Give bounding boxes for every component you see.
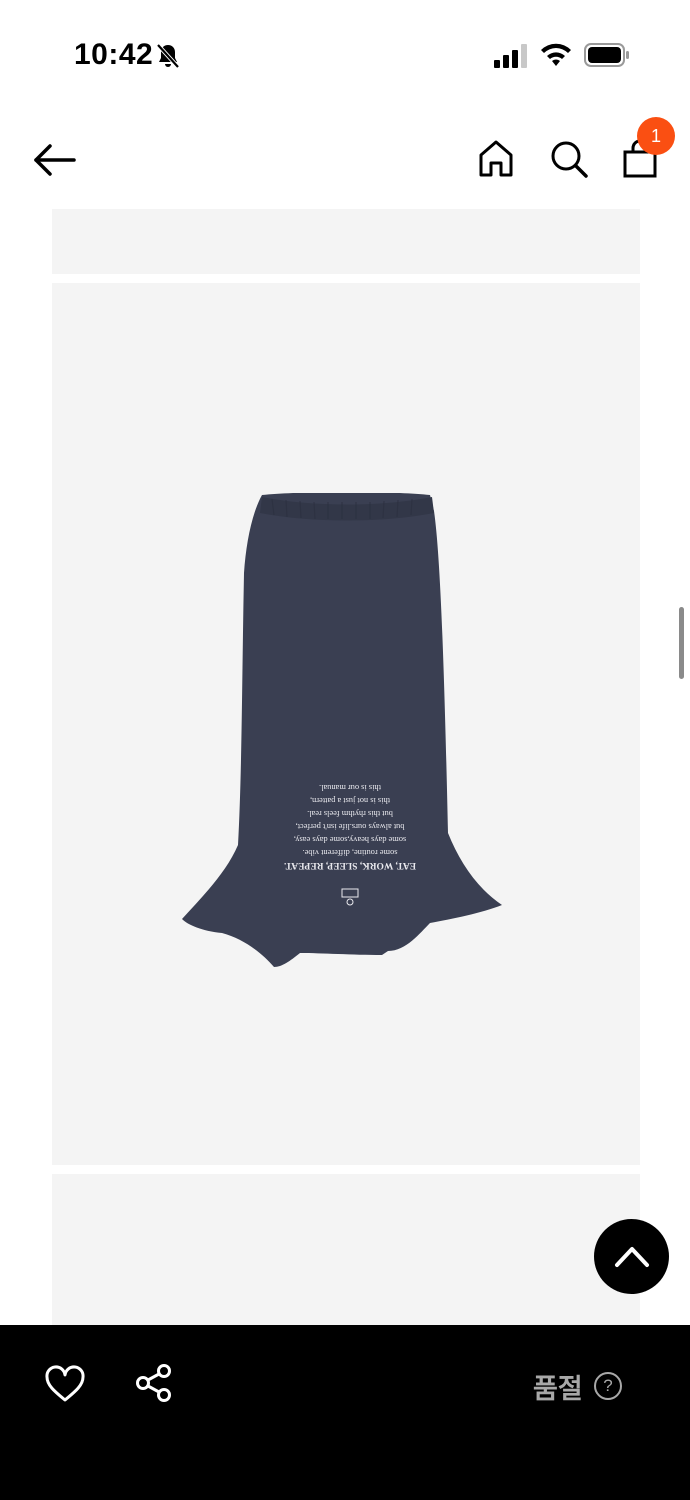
product-image-previous xyxy=(52,209,640,274)
print-line: EAT, WORK, SLEEP, REPEAT. xyxy=(284,860,416,870)
back-arrow-icon[interactable] xyxy=(28,140,80,180)
bottom-action-bar: 품절 ? xyxy=(0,1325,690,1500)
product-image: EAT, WORK, SLEEP, REPEAT. some routine, d… xyxy=(52,283,640,1165)
product-image-next xyxy=(52,1174,640,1325)
home-icon[interactable] xyxy=(474,136,518,180)
heart-icon[interactable] xyxy=(44,1365,86,1403)
status-time: 10:42 xyxy=(74,38,154,71)
print-line: but this rhythm feels real. xyxy=(307,809,393,818)
print-line: some days heavy,some days easy, xyxy=(294,835,406,844)
cart-count-badge: 1 xyxy=(637,117,675,155)
wifi-icon xyxy=(541,43,571,66)
scrollbar-thumb[interactable] xyxy=(679,607,684,679)
bell-off-icon xyxy=(156,43,180,69)
print-line: this is not just a pattern, xyxy=(310,796,390,805)
signal-icon xyxy=(494,44,527,68)
search-icon[interactable] xyxy=(546,136,590,180)
print-line: this is our manual. xyxy=(319,783,381,792)
scroll-to-top-button[interactable] xyxy=(594,1219,669,1294)
status-bar: 10:42 xyxy=(0,0,690,110)
battery-icon xyxy=(584,43,629,67)
sold-out-label: 품절 xyxy=(533,1374,583,1405)
chevron-up-icon xyxy=(615,1247,649,1267)
help-icon[interactable]: ? xyxy=(594,1372,622,1400)
skirt-image: EAT, WORK, SLEEP, REPEAT. some routine, d… xyxy=(182,493,502,967)
share-icon[interactable] xyxy=(134,1363,174,1403)
top-navigation xyxy=(0,110,690,206)
print-line: some routine, different vibe. xyxy=(303,848,398,857)
print-line: but always ours.life isn't perfect, xyxy=(296,822,405,831)
